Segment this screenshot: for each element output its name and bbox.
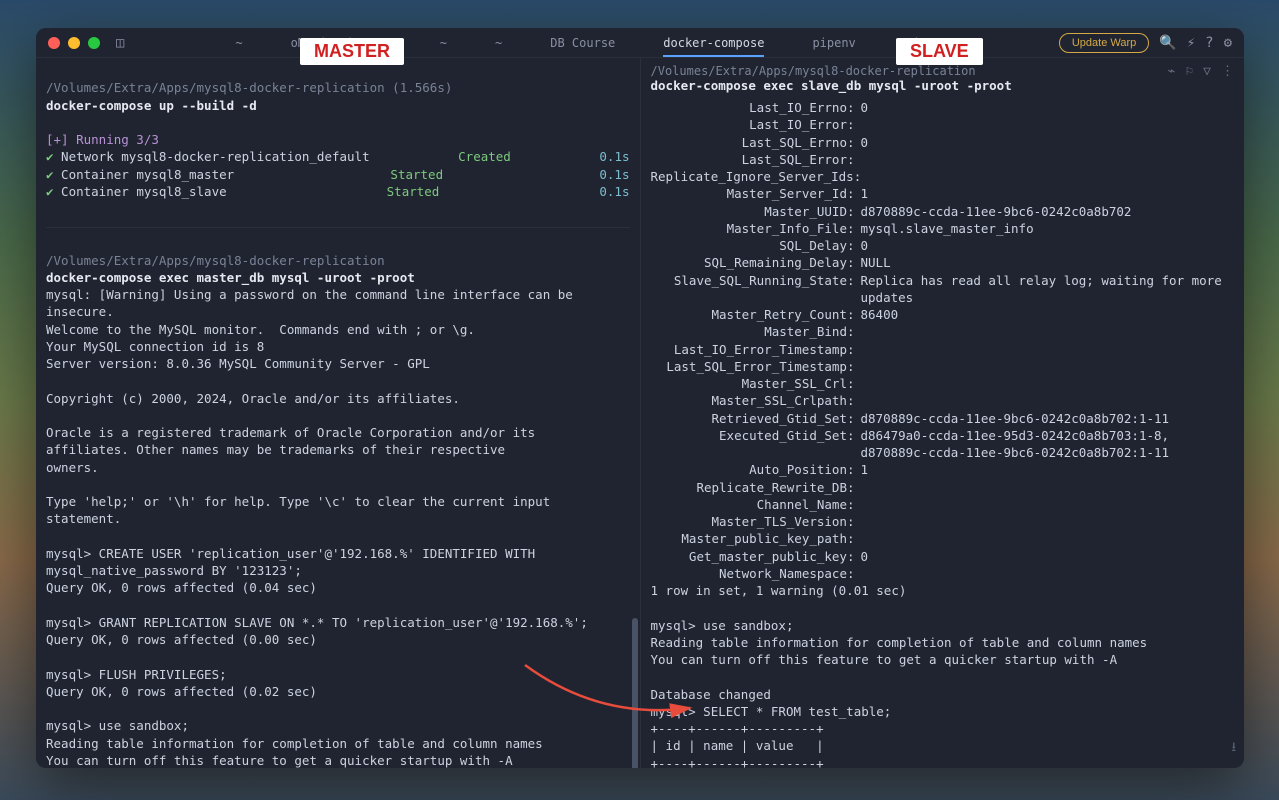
slave-status-row: Master_SSL_Crl: [651,375,1235,392]
filter-icon[interactable]: ▽ [1203,64,1211,79]
bolt-icon[interactable]: ⌁ [1168,64,1176,79]
search-icon[interactable]: 🔍 [1159,35,1176,51]
split-pane-icon[interactable]: ◫ [116,35,124,51]
cwd-path: /Volumes/Extra/Apps/mysql8-docker-replic… [46,80,452,95]
slave-status-row: Auto_Position:1 [651,461,1235,478]
slave-status-row: Last_SQL_Error_Timestamp: [651,358,1235,375]
tab[interactable]: ~ [211,30,266,56]
slave-status-row: Replicate_Rewrite_DB: [651,479,1235,496]
minimize-icon[interactable] [68,37,80,49]
slave-status-row: Master_Info_File:mysql.slave_master_info [651,220,1235,237]
terminal-window: ◫ ~oMagic/ph…o.me~~DB Coursedocker-compo… [36,28,1244,768]
mysql-output: 1 row in set, 1 warning (0.01 sec) mysql… [651,583,1148,768]
slave-status-row: Last_SQL_Errno:0 [651,134,1235,151]
slave-status-row: Master_SSL_Crlpath: [651,392,1235,409]
slave-status-row: Last_IO_Error: [651,116,1235,133]
left-pane[interactable]: /Volumes/Extra/Apps/mysql8-docker-replic… [36,58,641,768]
bookmark-icon[interactable]: ⚐ [1185,64,1193,79]
cwd-path: /Volumes/Extra/Apps/mysql8-docker-replic… [46,253,385,268]
bolt-icon[interactable]: ⚡ [1187,35,1195,51]
help-icon[interactable]: ? [1205,35,1213,51]
slave-status-row: Get_master_public_key:0 [651,548,1235,565]
download-icon[interactable]: ⭳ [1231,738,1236,760]
gear-icon[interactable]: ⚙ [1224,35,1232,51]
tab[interactable]: ~ [471,30,526,56]
master-label: MASTER [300,38,404,65]
slave-status-row: Last_IO_Error_Timestamp: [651,341,1235,358]
toolbar-right: Update Warp 🔍 ⚡ ? ⚙ [1059,33,1232,53]
slave-status-row: SQL_Delay:0 [651,237,1235,254]
mysql-output: mysql: [Warning] Using a password on the… [46,287,588,768]
command-text: docker-compose up --build -d [46,98,257,113]
slave-status-row: Retrieved_Gtid_Set:d870889c-ccda-11ee-9b… [651,410,1235,427]
split-panes: /Volumes/Extra/Apps/mysql8-docker-replic… [36,58,1244,768]
update-warp-button[interactable]: Update Warp [1059,33,1149,53]
run-status-row: ✔ Container mysql8_slaveStarted0.1s [46,183,630,200]
slave-status-row: Channel_Name: [651,496,1235,513]
slave-status-row: Executed_Gtid_Set:d86479a0-ccda-11ee-95d… [651,427,1235,462]
zoom-icon[interactable] [88,37,100,49]
scrollbar-thumb[interactable] [632,618,638,768]
slave-status-row: Master_UUID:d870889c-ccda-11ee-9bc6-0242… [651,203,1235,220]
slave-status-row: Master_Retry_Count:86400 [651,306,1235,323]
more-icon[interactable]: ⋮ [1221,64,1234,79]
command-text: docker-compose exec slave_db mysql -uroo… [651,78,1012,93]
slave-status-row: Master_Bind: [651,323,1235,340]
slave-status-row: Replicate_Ignore_Server_Ids: [651,168,1235,185]
running-header: [+] Running 3/3 [46,132,159,147]
pane-action-icons: ⌁ ⚐ ▽ ⋮ [1168,64,1234,79]
tab[interactable]: DB Course [526,30,639,56]
slave-status-row: Master_public_key_path: [651,530,1235,547]
cwd-path: /Volumes/Extra/Apps/mysql8-docker-replic… [651,64,1012,78]
command-text: docker-compose exec master_db mysql -uro… [46,270,415,285]
traffic-lights [48,37,100,49]
run-status-row: ✔ Container mysql8_masterStarted0.1s [46,166,630,183]
titlebar: ◫ ~oMagic/ph…o.me~~DB Coursedocker-compo… [36,28,1244,58]
right-pane[interactable]: /Volumes/Extra/Apps/mysql8-docker-replic… [641,58,1245,768]
slave-status-row: Last_IO_Errno:0 [651,99,1235,116]
tab[interactable]: docker-compose [639,30,788,56]
slave-status-row: Slave_SQL_Running_State:Replica has read… [651,272,1235,307]
left-terminal-output[interactable]: /Volumes/Extra/Apps/mysql8-docker-replic… [36,58,640,768]
slave-status-row: Last_SQL_Error: [651,151,1235,168]
slave-status-row: Master_Server_Id:1 [651,185,1235,202]
slave-status-row: Master_TLS_Version: [651,513,1235,530]
tab[interactable]: pipenv [788,30,879,56]
close-icon[interactable] [48,37,60,49]
slave-status-row: SQL_Remaining_Delay:NULL [651,254,1235,271]
run-status-row: ✔ Network mysql8-docker-replication_defa… [46,148,630,165]
right-terminal-output[interactable]: Last_IO_Errno:0Last_IO_Error:Last_SQL_Er… [641,95,1245,768]
slave-label: SLAVE [896,38,983,65]
tab[interactable]: ~ [416,30,471,56]
slave-status-row: Network_Namespace: [651,565,1235,582]
